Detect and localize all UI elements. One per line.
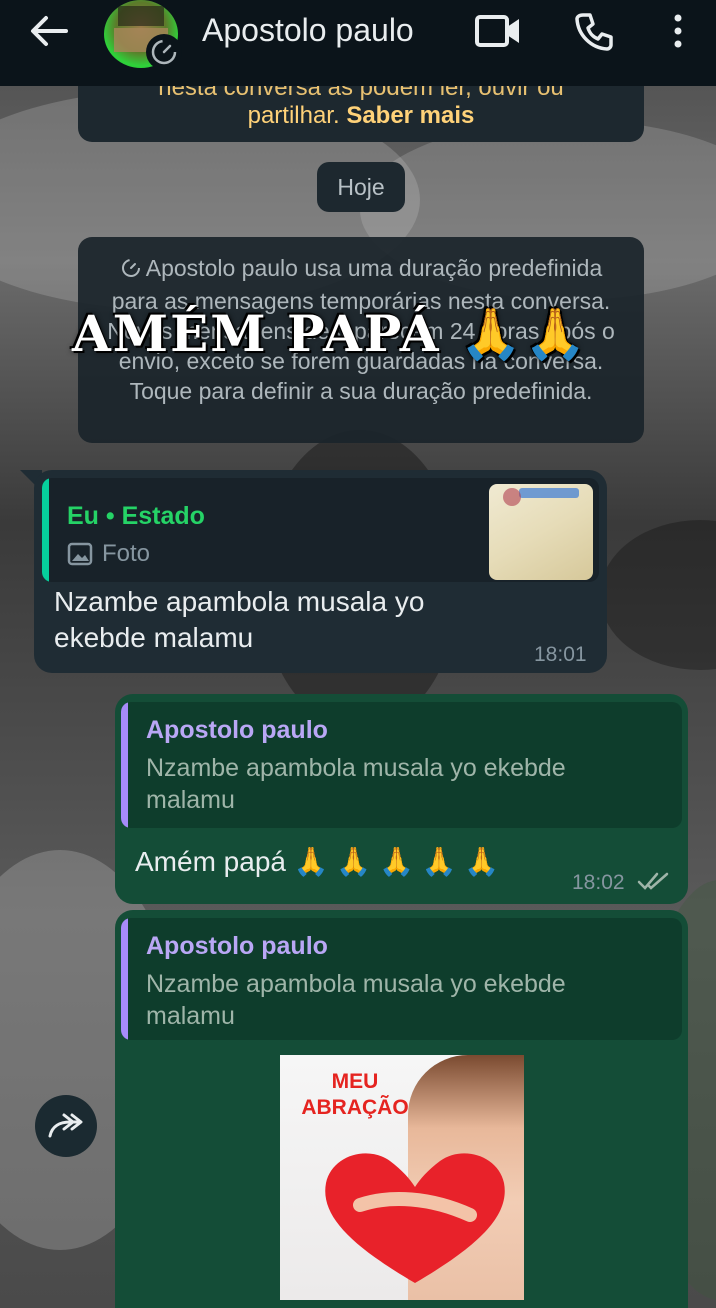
back-arrow-icon[interactable] [28,14,70,48]
quoted-status-reply[interactable]: Eu • Estado Foto [42,478,599,582]
message-text-line1: Nzambe apambola musala yo [54,586,425,617]
quote-text: Nzambe apambola musala yo ekebde malamu [146,754,566,814]
heart-icon [325,1153,505,1283]
chat-header: Apostolo paulo [0,0,716,86]
quote-author: Eu • Estado [67,502,205,530]
status-overlay-caption: AMÉM PAPÁ 🙏🙏 [72,304,589,363]
message-time: 18:01 [534,643,587,666]
learn-more-link[interactable]: Saber mais [346,102,474,129]
encryption-notice-text: partilhar. [247,102,347,129]
forward-icon [48,1113,83,1138]
phone-icon[interactable] [574,12,614,52]
timer-inline-icon [120,256,142,286]
status-thumbnail [489,484,593,580]
quote-author: Apostolo paulo [146,716,328,744]
message-bubble-outgoing[interactable]: Apostolo paulo Nzambe apambola musala yo… [115,694,688,904]
quote-bar [42,478,49,582]
read-receipt-icon [637,872,669,890]
quote-bar [121,702,128,828]
video-call-icon[interactable] [474,12,522,50]
quote-type-label: Foto [102,540,151,567]
disappearing-timer-icon [146,34,182,70]
quote-bar [121,918,128,1040]
more-vert-icon[interactable] [668,12,688,52]
photo-icon [67,542,93,566]
message-text-line2: ekebde malamu [54,622,254,653]
encryption-notice-line2: partilhar. Saber mais [78,102,644,130]
quote-author: Apostolo paulo [146,932,328,960]
quoted-message[interactable]: Apostolo paulo Nzambe apambola musala yo… [121,918,682,1040]
quoted-message[interactable]: Apostolo paulo Nzambe apambola musala yo… [121,702,682,828]
message-bubble-incoming[interactable]: Eu • Estado Foto Nzambe apambola musala … [34,470,607,673]
quote-text: Nzambe apambola musala yo ekebde malamu [146,970,566,1030]
sticker-image[interactable]: MEU ABRAÇÃO [280,1055,524,1300]
sticker-text: MEU ABRAÇÃO [301,1070,409,1119]
date-chip: Hoje [317,162,405,212]
contact-name[interactable]: Apostolo paulo [202,12,414,49]
message-time: 18:02 [572,871,625,894]
message-text: Amém papá 🙏 🙏 🙏 🙏 🙏 [135,846,500,877]
message-text: Nzambe apambola musala yo ekebde malamu [54,584,424,656]
forward-button[interactable] [35,1095,97,1157]
